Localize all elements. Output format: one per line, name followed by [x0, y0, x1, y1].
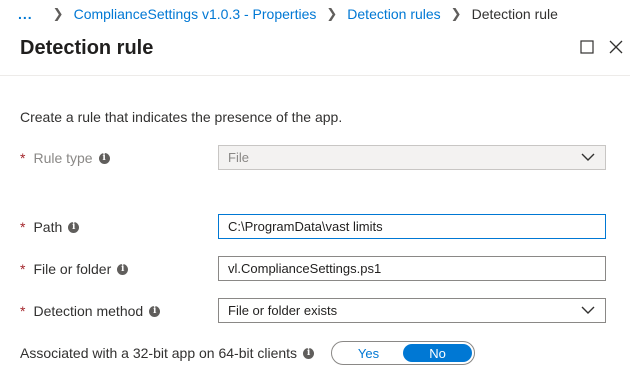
rule-type-value: File: [228, 150, 249, 165]
chevron-right-icon: ❯: [450, 6, 462, 21]
info-icon[interactable]: i: [303, 347, 315, 359]
detection-method-row: * Detection method i File or folder exis…: [20, 298, 620, 324]
info-icon[interactable]: i: [68, 221, 80, 233]
chevron-down-icon: [581, 153, 595, 161]
bitness-label: Associated with a 32-bit app on 64-bit c…: [20, 345, 298, 361]
breadcrumb-item-properties[interactable]: ComplianceSettings v1.0.3 - Properties: [74, 6, 317, 22]
path-value: C:\ProgramData\vast limits: [228, 219, 383, 234]
detection-method-label: Detection method: [33, 303, 144, 319]
toggle-yes-option[interactable]: Yes: [334, 344, 403, 362]
toggle-no-option[interactable]: No: [403, 344, 472, 362]
breadcrumb: ... ❯ ComplianceSettings v1.0.3 - Proper…: [0, 0, 630, 28]
detection-method-dropdown[interactable]: File or folder exists: [218, 298, 606, 323]
chevron-right-icon: ❯: [52, 6, 64, 21]
description-text: Create a rule that indicates the presenc…: [20, 109, 343, 125]
info-icon[interactable]: i: [98, 152, 110, 164]
rule-type-dropdown: File: [218, 145, 606, 170]
breadcrumb-item-detection-rules[interactable]: Detection rules: [347, 6, 440, 22]
bitness-label-group: Associated with a 32-bit app on 64-bit c…: [20, 345, 315, 361]
required-marker: *: [20, 150, 26, 166]
detection-method-label-group: * Detection method i: [20, 298, 161, 324]
info-icon[interactable]: i: [149, 305, 161, 317]
breadcrumb-current: Detection rule: [471, 6, 558, 22]
required-marker: *: [20, 261, 26, 277]
detection-method-value: File or folder exists: [228, 303, 338, 318]
rule-type-row: * Rule type i File: [20, 145, 620, 171]
page-title: Detection rule: [20, 37, 154, 59]
close-icon: [609, 40, 623, 54]
bitness-toggle[interactable]: Yes No: [331, 341, 475, 365]
breadcrumb-ellipsis[interactable]: ...: [18, 6, 33, 22]
path-row: * Path i C:\ProgramData\vast limits: [20, 214, 620, 240]
info-icon[interactable]: i: [117, 263, 129, 275]
file-or-folder-label-group: * File or folder i: [20, 256, 129, 282]
close-button[interactable]: [605, 36, 627, 58]
path-label-group: * Path i: [20, 214, 80, 240]
file-or-folder-row: * File or folder i vl.ComplianceSettings…: [20, 256, 620, 282]
file-or-folder-input[interactable]: vl.ComplianceSettings.ps1: [218, 256, 606, 281]
chevron-down-icon: [581, 306, 595, 314]
chevron-right-icon: ❯: [326, 6, 338, 21]
rule-type-label-group: * Rule type i: [20, 145, 110, 171]
required-marker: *: [20, 219, 26, 235]
required-marker: *: [20, 303, 26, 319]
file-or-folder-value: vl.ComplianceSettings.ps1: [228, 261, 382, 276]
rule-type-label: Rule type: [33, 150, 93, 166]
file-or-folder-label: File or folder: [33, 261, 112, 277]
maximize-button[interactable]: [576, 36, 598, 58]
path-input[interactable]: C:\ProgramData\vast limits: [218, 214, 606, 239]
blade-header: Detection rule: [0, 28, 630, 76]
maximize-icon: [580, 40, 594, 54]
path-label: Path: [33, 219, 63, 235]
